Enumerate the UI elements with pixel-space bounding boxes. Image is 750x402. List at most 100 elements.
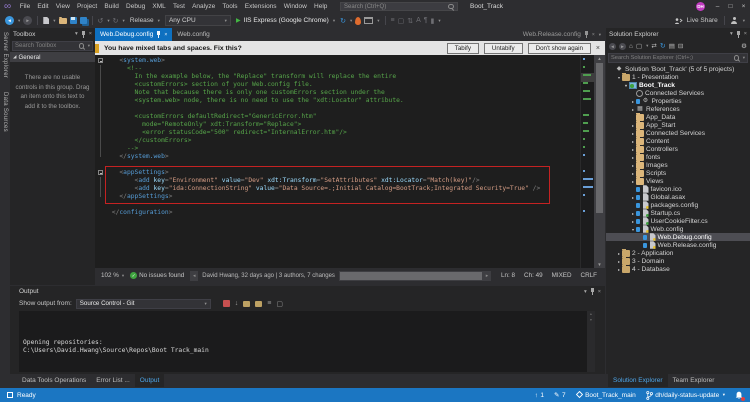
open-folder-icon[interactable] — [59, 18, 67, 24]
close-icon[interactable]: × — [592, 32, 595, 38]
tab-web-release-config[interactable]: Web.Release.config — [523, 31, 581, 38]
close-icon[interactable]: × — [89, 31, 92, 37]
tree-item-4-database[interactable]: ▸4 - Database — [606, 265, 750, 273]
fold-toggle-icon[interactable] — [98, 58, 103, 63]
add-source-icon[interactable] — [243, 301, 250, 307]
panel-tab-solution-explorer[interactable]: Solution Explorer — [608, 374, 668, 387]
tree-item-global-asax[interactable]: ▸Global.asax — [606, 193, 750, 201]
tree-item-references[interactable]: ▸▦References — [606, 105, 750, 113]
tree-item-packages-config[interactable]: packages.config — [606, 201, 750, 209]
tab-web-config[interactable]: Web.config — [172, 28, 214, 41]
line-numbers-icon[interactable]: ≡ — [391, 17, 395, 24]
tree-item-controllers[interactable]: ▸Controllers — [606, 145, 750, 153]
eol-indicator[interactable]: CRLF — [581, 272, 597, 279]
menu-xml[interactable]: XML — [149, 3, 170, 10]
tree-item-connected-services[interactable]: Connected Services — [606, 89, 750, 97]
tree-item-content[interactable]: ▸Content — [606, 137, 750, 145]
menu-window[interactable]: Window — [280, 3, 310, 10]
menu-extensions[interactable]: Extensions — [241, 3, 280, 10]
minimap[interactable] — [580, 55, 594, 268]
tree-item-3-domain[interactable]: ▸3 - Domain — [606, 257, 750, 265]
menu-file[interactable]: File — [16, 3, 34, 10]
preview-window-icon[interactable] — [364, 17, 373, 24]
output-console[interactable]: ▴▾ Opening repositories:C:\Users\David.H… — [19, 311, 595, 372]
panel-tab-error-list[interactable]: Error List ... — [91, 374, 135, 387]
feedback-icon[interactable] — [731, 17, 738, 24]
redo-icon[interactable]: ↻ — [113, 17, 119, 25]
save-icon[interactable] — [70, 17, 77, 24]
toolbox-search-input[interactable]: Search Toolbox ▾ — [12, 41, 93, 51]
remove-source-icon[interactable] — [255, 301, 262, 307]
scroll-left-icon[interactable]: ◂ — [190, 273, 198, 279]
properties-wrench-icon[interactable]: ⚙ — [741, 42, 747, 50]
find-message-icon[interactable] — [223, 300, 230, 307]
avatar[interactable]: DH — [696, 2, 705, 11]
tree-item-web-config[interactable]: ▾Web.config — [606, 225, 750, 233]
close-icon[interactable]: × — [598, 289, 601, 295]
output-source-dropdown[interactable]: Source Control - Git ▾ — [76, 299, 211, 309]
global-search-input[interactable]: Search (Ctrl+Q) — [340, 2, 458, 11]
back-icon[interactable]: ◄ — [609, 43, 616, 50]
go-to-message-icon[interactable]: ↓ — [235, 300, 239, 307]
infobar-button-tabify[interactable]: Tabify — [447, 43, 479, 54]
tree-item-startup-cs[interactable]: ▸Startup.cs — [606, 209, 750, 217]
forward-icon[interactable]: ► — [619, 43, 626, 50]
tree-item-app-start[interactable]: ▸App_Start — [606, 121, 750, 129]
navigate-back-icon[interactable]: ◄ — [5, 16, 14, 25]
pin-icon[interactable] — [81, 31, 86, 38]
branch-indicator[interactable]: dh/daily-status-update ▾ — [646, 391, 725, 400]
new-project-icon[interactable] — [43, 17, 49, 24]
health-indicator[interactable]: ✓ No issues found — [130, 272, 184, 279]
side-tab-server-explorer[interactable]: Server Explorer — [2, 32, 8, 78]
notifications-button[interactable] — [735, 391, 743, 400]
live-share-button[interactable]: Live Share — [687, 17, 718, 24]
unpushed-commits-indicator[interactable]: ↑ 1 — [535, 392, 544, 399]
bookmark-icon[interactable]: ▮ — [431, 17, 435, 25]
menu-help[interactable]: Help — [310, 3, 331, 10]
tree-item-views[interactable]: ▸Views — [606, 177, 750, 185]
close-icon[interactable]: × — [744, 31, 747, 37]
pin-icon[interactable] — [156, 31, 161, 38]
window-menu-icon[interactable]: ▾ — [75, 31, 78, 37]
scrollbar-thumb[interactable] — [340, 272, 482, 280]
scroll-up-icon[interactable]: ▲ — [594, 55, 605, 62]
tree-item-fonts[interactable]: ▸fonts — [606, 153, 750, 161]
menu-test[interactable]: Test — [169, 3, 188, 10]
undo-icon[interactable]: ↺ — [98, 17, 104, 25]
refresh-icon[interactable]: ↻ — [340, 17, 346, 25]
scrollbar-thumb[interactable] — [596, 63, 603, 213]
back-dropdown-icon[interactable]: ▾ — [18, 18, 20, 24]
panel-tab-output[interactable]: Output — [135, 374, 165, 387]
menu-debug[interactable]: Debug — [122, 3, 148, 10]
background-tasks-icon[interactable] — [7, 392, 13, 398]
menu-build[interactable]: Build — [101, 3, 123, 10]
infobar-close-icon[interactable]: × — [596, 45, 600, 52]
tree-item-solution-boot-track-5-of-5-projects[interactable]: ◆Solution 'Boot_Track' (5 of 5 projects) — [606, 65, 750, 73]
zoom-dropdown[interactable]: 102 %▾ — [101, 272, 124, 279]
text-size-icon[interactable]: A — [416, 17, 421, 24]
tree-item-scripts[interactable]: ▸Scripts — [606, 169, 750, 177]
solution-explorer-search-input[interactable]: Search Solution Explorer (Ctrl+;) ▾ — [608, 53, 748, 63]
tree-item-connected-services[interactable]: ▸Connected Services — [606, 129, 750, 137]
word-wrap-icon[interactable]: ▢ — [276, 300, 283, 308]
scroll-down-icon[interactable]: ▼ — [594, 261, 605, 268]
code-editor[interactable]: <system.web> <!-- In the example below, … — [108, 55, 580, 268]
tree-item-properties[interactable]: ▸⚙Properties — [606, 97, 750, 105]
menu-tools[interactable]: Tools — [219, 3, 241, 10]
vertical-scrollbar[interactable]: ▲ ▼ — [594, 55, 605, 268]
side-tab-data-sources[interactable]: Data Sources — [2, 92, 8, 132]
panel-tab-team-explorer[interactable]: Team Explorer — [668, 374, 720, 387]
new-dropdown-icon[interactable]: ▾ — [53, 18, 55, 24]
window-menu-icon[interactable]: ▾ — [730, 31, 733, 37]
indent-mode-indicator[interactable]: MIXED — [552, 272, 572, 279]
pin-icon[interactable] — [590, 288, 595, 295]
close-icon[interactable]: × — [164, 32, 167, 38]
tree-item-web-release-config[interactable]: Web.Release.config — [606, 241, 750, 249]
menu-view[interactable]: View — [52, 3, 73, 10]
window-menu-icon[interactable]: ▾ — [584, 289, 587, 295]
infobar-button-untabify[interactable]: Untabify — [484, 43, 523, 54]
paragraph-icon[interactable]: ¶ — [424, 17, 428, 24]
fold-toggle-icon[interactable] — [98, 170, 103, 175]
tree-item-boot-track[interactable]: ▾Boot_Track — [606, 81, 750, 89]
save-all-icon[interactable] — [80, 17, 87, 24]
